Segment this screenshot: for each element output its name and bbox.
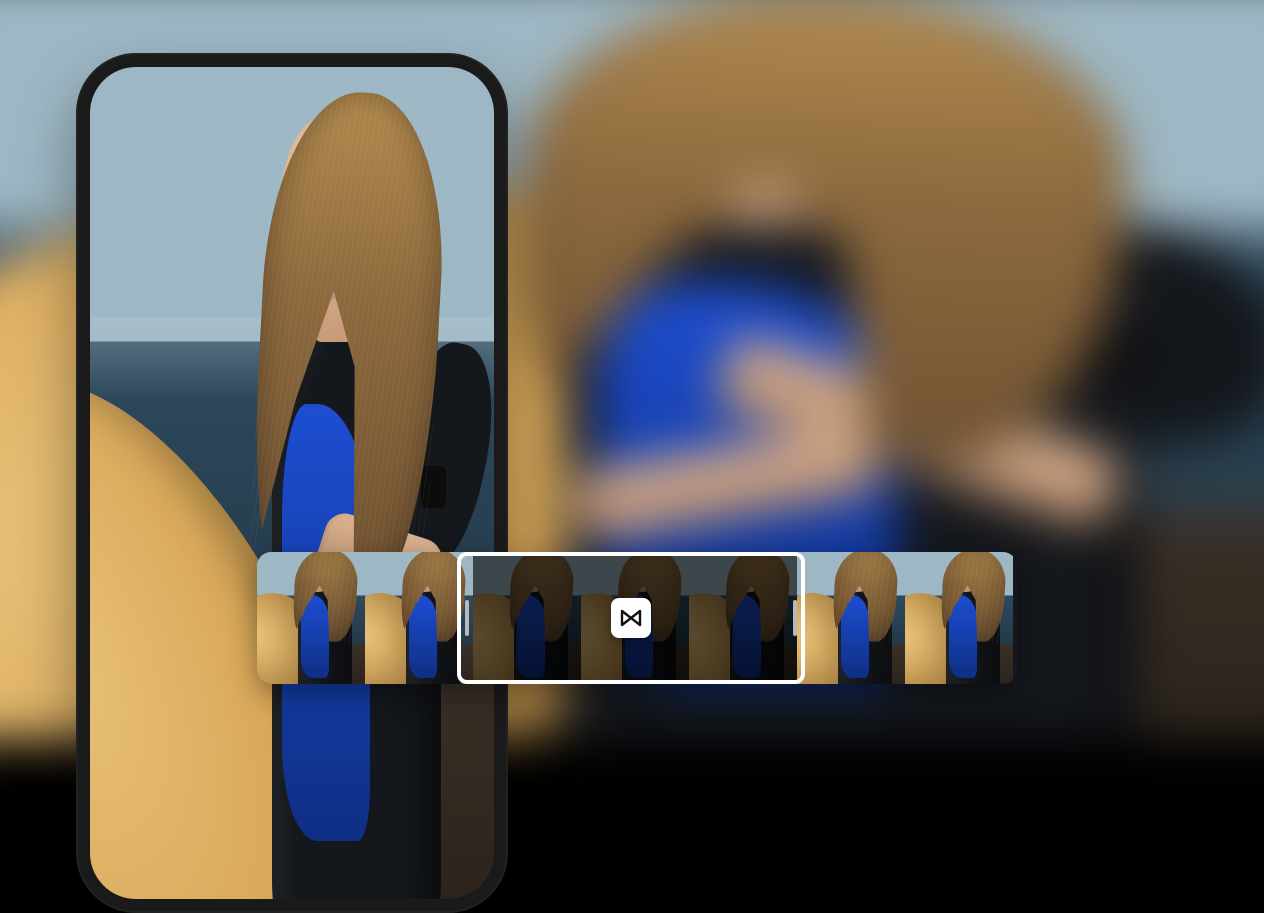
timeline-frame[interactable] [797,552,905,684]
timeline-frame[interactable] [365,552,473,684]
timeline-frame[interactable] [257,552,365,684]
timeline-frame[interactable] [905,552,1013,684]
scene-surfer [257,552,365,684]
scene-surfer [365,552,473,684]
timeline-frame[interactable] [473,552,581,684]
scene-surfer [90,67,494,899]
video-timeline[interactable] [257,552,1017,684]
selection-handle-left[interactable] [459,556,477,680]
phone-mockup-frame [76,53,508,913]
selection-handle-right[interactable] [785,556,803,680]
timeline-frame[interactable] [689,552,797,684]
phone-preview-viewport[interactable] [90,67,494,899]
scene-surfer [905,552,1013,684]
bowtie-transition-icon [619,606,643,630]
scene-surfer [689,552,797,684]
transition-button[interactable] [611,598,651,638]
scene-surfer [797,552,905,684]
scene-surfer [473,552,581,684]
